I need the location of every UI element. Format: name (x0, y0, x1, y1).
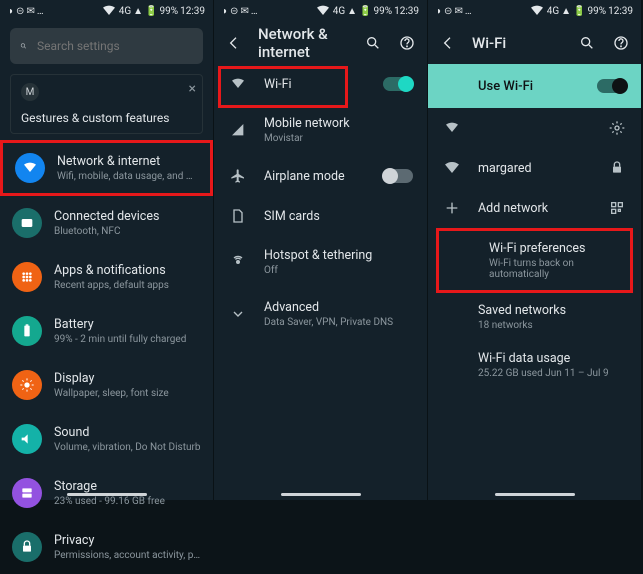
help-icon[interactable] (611, 33, 631, 53)
row-hotspot[interactable]: Hotspot & tetheringOff (214, 236, 427, 288)
use-wifi-toggle[interactable] (597, 79, 627, 93)
gesture-card[interactable]: × M Gestures & custom features (10, 74, 203, 134)
wifi-icon (442, 160, 462, 176)
row-connected-net[interactable] (428, 108, 641, 148)
nav-pill[interactable] (495, 493, 575, 496)
devices-icon (12, 208, 42, 238)
storage-icon (12, 478, 42, 508)
page-title: Wi-Fi (472, 34, 563, 52)
sim-icon (228, 208, 248, 224)
search-settings-input[interactable] (10, 28, 203, 64)
close-icon[interactable]: × (189, 81, 196, 97)
network-pane: ◗⊝✉… 4G▲🔋99%12:39 Network & internet Wi-… (214, 0, 428, 500)
item-battery[interactable]: Battery99% - 2 min until fully charged (0, 304, 213, 358)
status-bar: ◗⊝✉… 4G▲🔋99%12:39 (428, 0, 641, 22)
row-advanced[interactable]: AdvancedData Saver, VPN, Private DNS (214, 288, 427, 340)
item-privacy[interactable]: PrivacyPermissions, account activity, pe… (0, 520, 213, 574)
plus-icon (442, 200, 462, 216)
toolbar: Wi-Fi (428, 22, 641, 64)
nav-pill[interactable] (67, 493, 147, 496)
apps-icon (12, 262, 42, 292)
use-wifi-label: Use Wi-Fi (478, 79, 533, 94)
gear-icon[interactable] (607, 120, 627, 136)
help-icon[interactable] (397, 33, 417, 53)
search-icon[interactable] (363, 33, 383, 53)
moto-logo: M (21, 83, 39, 101)
search-icon[interactable] (577, 33, 597, 53)
use-wifi-bar[interactable]: Use Wi-Fi (428, 64, 641, 108)
airplane-toggle[interactable] (383, 169, 413, 183)
wifi-icon (442, 120, 462, 136)
display-icon (12, 370, 42, 400)
gesture-label: Gestures & custom features (21, 111, 192, 125)
item-display[interactable]: DisplayWallpaper, sleep, font size (0, 358, 213, 412)
row-mobile[interactable]: Mobile networkMovistar (214, 104, 427, 156)
row-add-network[interactable]: Add network (428, 188, 641, 228)
row-sim[interactable]: SIM cards (214, 196, 427, 236)
item-connected[interactable]: Connected devicesBluetooth, NFC (0, 196, 213, 250)
status-bar: ◗⊝✉… 4G▲🔋99%12:39 (0, 0, 213, 22)
row-wifi-prefs[interactable]: Wi-Fi preferences Wi-Fi turns back on au… (436, 228, 633, 293)
back-icon[interactable] (224, 33, 244, 53)
row-airplane[interactable]: Airplane mode (214, 156, 427, 196)
row-network[interactable]: margared (428, 148, 641, 188)
item-network[interactable]: Network & internetWifi, mobile, data usa… (0, 140, 213, 196)
row-wifi[interactable]: Wi-Fi (214, 64, 427, 104)
row-saved-networks[interactable]: Saved networks 18 networks (428, 293, 641, 341)
wifi-toggle[interactable] (383, 77, 413, 91)
settings-list: Network & internetWifi, mobile, data usa… (0, 140, 213, 574)
status-bar: ◗⊝✉… 4G▲🔋99%12:39 (214, 0, 427, 22)
settings-pane: ◗⊝✉… 4G▲🔋99%12:39 × M Gestures & custom … (0, 0, 214, 500)
battery-icon (12, 316, 42, 346)
item-sound[interactable]: SoundVolume, vibration, Do Not Disturb (0, 412, 213, 466)
wifi-icon (15, 153, 45, 183)
qr-icon[interactable] (607, 200, 627, 216)
chevron-down-icon (228, 306, 248, 322)
sound-icon (12, 424, 42, 454)
toolbar: Network & internet (214, 22, 427, 64)
wifi-pane: ◗⊝✉… 4G▲🔋99%12:39 Wi-Fi Use Wi-Fi margar… (428, 0, 642, 500)
lock-icon (607, 160, 627, 176)
privacy-icon (12, 532, 42, 562)
page-title: Network & internet (258, 25, 349, 61)
back-icon[interactable] (438, 33, 458, 53)
hotspot-icon (228, 254, 248, 270)
search-icon (20, 38, 27, 54)
nav-pill[interactable] (281, 493, 361, 496)
signal-icon (228, 122, 248, 138)
row-data-usage[interactable]: Wi-Fi data usage 25.22 GB used Jun 11 – … (428, 341, 641, 389)
item-apps[interactable]: Apps & notificationsRecent apps, default… (0, 250, 213, 304)
airplane-icon (228, 168, 248, 184)
